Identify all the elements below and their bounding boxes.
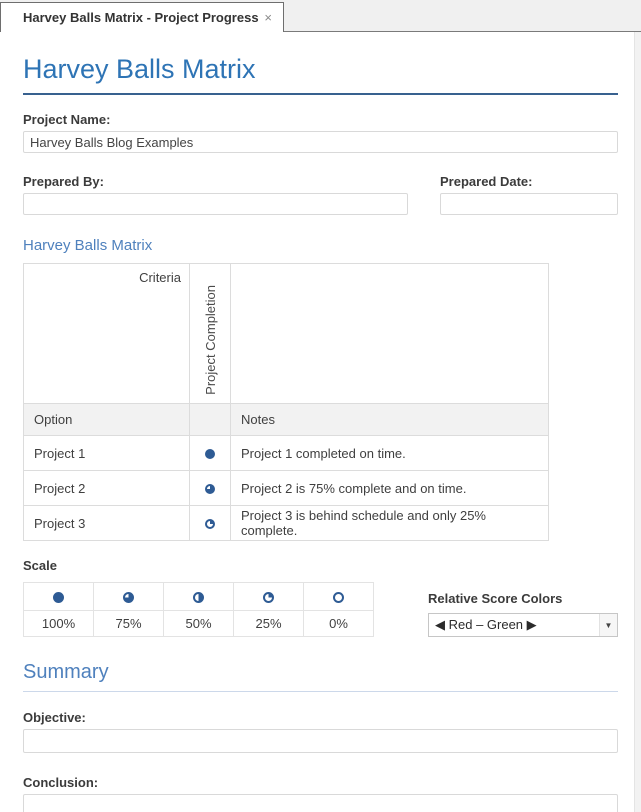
- scale-percent-label: 50%: [164, 611, 234, 637]
- harvey-ball-icon: [205, 519, 215, 529]
- prepared-by-input[interactable]: [23, 193, 408, 215]
- notes-cell: Project 1 completed on time.: [231, 436, 549, 471]
- ball-header-cell: [190, 404, 231, 436]
- scale-ball-0: [304, 583, 374, 611]
- close-icon[interactable]: ×: [262, 11, 274, 24]
- harvey-ball-icon: [205, 449, 215, 459]
- prepared-date-input[interactable]: [440, 193, 618, 215]
- conclusion-label: Conclusion:: [23, 775, 618, 790]
- harvey-ball-cell-100[interactable]: [190, 436, 231, 471]
- scale-block: Scale 100%75%50%25%0%: [23, 557, 374, 637]
- rotated-column-label: Project Completion: [203, 285, 218, 395]
- conclusion-input[interactable]: [23, 794, 618, 812]
- scale-ball-row: [24, 583, 374, 611]
- prepared-date-label: Prepared Date:: [440, 174, 618, 189]
- harvey-ball-icon: [205, 484, 215, 494]
- table-row: Project 1 Project 1 completed on time.: [24, 436, 549, 471]
- criteria-column-header-cell: Project Completion: [190, 264, 231, 404]
- notes-header-cell: Notes: [231, 404, 549, 436]
- app-window: Harvey Balls Matrix - Project Progress ×…: [0, 0, 641, 812]
- summary-divider: [23, 691, 618, 692]
- scale-percent-label: 25%: [234, 611, 304, 637]
- score-colors-dropdown[interactable]: ◀ Red – Green ▶ ▼: [428, 613, 618, 637]
- option-cell: Project 3: [24, 506, 190, 541]
- project-name-input[interactable]: [23, 131, 618, 153]
- tab-harvey-balls-matrix[interactable]: Harvey Balls Matrix - Project Progress ×: [0, 2, 284, 32]
- table-row: Project 2 Project 2 is 75% complete and o…: [24, 471, 549, 506]
- option-cell: Project 2: [24, 471, 190, 506]
- harvey-ball-cell-25[interactable]: [190, 506, 231, 541]
- prepared-by-label: Prepared By:: [23, 174, 408, 189]
- tab-bar: Harvey Balls Matrix - Project Progress ×: [0, 0, 641, 32]
- harvey-ball-icon: [333, 592, 344, 603]
- prepared-date-field-group: Prepared Date:: [440, 174, 618, 215]
- summary-section-title: Summary: [23, 661, 618, 684]
- scale-percent-label: 75%: [94, 611, 164, 637]
- scale-ball-25: [234, 583, 304, 611]
- scale-ball-50: [164, 583, 234, 611]
- header-spacer-cell: [231, 264, 549, 404]
- prepared-row: Prepared By: Prepared Date:: [23, 174, 618, 215]
- project-name-label: Project Name:: [23, 112, 618, 127]
- scrollbar-track[interactable]: [634, 32, 641, 812]
- scale-percent-row: 100%75%50%25%0%: [24, 611, 374, 637]
- criteria-header-cell: Criteria: [24, 264, 190, 404]
- matrix-section-title: Harvey Balls Matrix: [23, 237, 618, 254]
- scale-ball-100: [24, 583, 94, 611]
- harvey-ball-icon: [53, 592, 64, 603]
- matrix-rows: Project 1Project 1 completed on time.Pro…: [24, 436, 549, 541]
- criteria-header-row: Criteria Project Completion: [24, 264, 549, 404]
- scale-label: Scale: [23, 558, 57, 573]
- option-header-cell: Option: [24, 404, 190, 436]
- notes-cell: Project 2 is 75% complete and on time.: [231, 471, 549, 506]
- chevron-down-icon[interactable]: ▼: [599, 614, 617, 636]
- scale-percent-label: 100%: [24, 611, 94, 637]
- scale-table: 100%75%50%25%0%: [23, 582, 374, 637]
- prepared-by-field-group: Prepared By:: [23, 174, 408, 215]
- scale-ball-75: [94, 583, 164, 611]
- harvey-balls-matrix-table: Criteria Project Completion Option Notes…: [23, 263, 549, 541]
- page-title: Harvey Balls Matrix: [23, 53, 618, 85]
- relative-score-colors-label: Relative Score Colors: [428, 591, 562, 606]
- project-name-field-group: Project Name:: [23, 112, 618, 153]
- scale-and-colors-row: Scale 100%75%50%25%0% Relative Score Col…: [23, 557, 618, 637]
- harvey-ball-icon: [123, 592, 134, 603]
- tab-title: Harvey Balls Matrix - Project Progress: [23, 10, 259, 25]
- conclusion-field-group: Conclusion:: [23, 775, 618, 812]
- score-colors-dropdown-value: ◀ Red – Green ▶: [435, 617, 537, 633]
- objective-field-group: Objective:: [23, 710, 618, 753]
- objective-label: Objective:: [23, 710, 618, 725]
- form-content: Harvey Balls Matrix Project Name: Prepar…: [0, 53, 641, 812]
- option-header-row: Option Notes: [24, 404, 549, 436]
- harvey-ball-icon: [193, 592, 204, 603]
- harvey-ball-cell-75[interactable]: [190, 471, 231, 506]
- objective-input[interactable]: [23, 729, 618, 753]
- relative-score-colors-block: Relative Score Colors ◀ Red – Green ▶ ▼: [428, 590, 618, 637]
- harvey-ball-icon: [263, 592, 274, 603]
- table-row: Project 3 Project 3 is behind schedule an…: [24, 506, 549, 541]
- title-divider: [23, 93, 618, 95]
- option-cell: Project 1: [24, 436, 190, 471]
- scale-percent-label: 0%: [304, 611, 374, 637]
- notes-cell: Project 3 is behind schedule and only 25…: [231, 506, 549, 541]
